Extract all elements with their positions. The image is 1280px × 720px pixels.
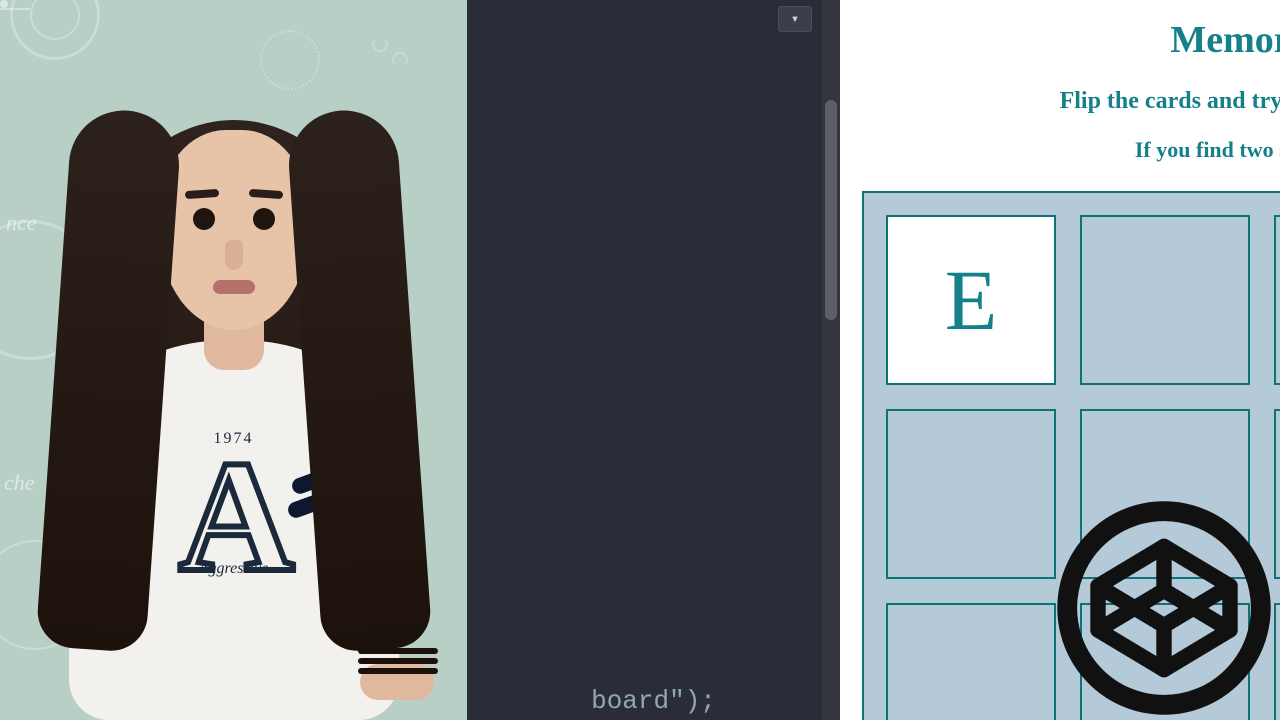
memory-card-4[interactable] [886, 409, 1056, 579]
memory-card-9[interactable] [1080, 603, 1250, 720]
memory-card-2[interactable] [1274, 215, 1280, 385]
memory-card-8[interactable] [886, 603, 1056, 720]
chevron-down-icon: ▾ [791, 11, 799, 28]
presenter-bracelet [358, 648, 438, 678]
browser-preview-pane: Memory Flip the cards and try to remembe… [840, 0, 1280, 720]
memory-card-5[interactable] [1080, 409, 1250, 579]
presenter-figure: 1974 A Aggressive [24, 40, 444, 720]
memory-card-10[interactable] [1274, 603, 1280, 720]
memory-card-0[interactable]: E [886, 215, 1056, 385]
shirt-word: Aggressive [139, 560, 329, 578]
editor-code-fragment: board"); [591, 686, 716, 716]
memory-card-6[interactable] [1274, 409, 1280, 579]
doodle-atom-nucleus-icon [0, 0, 8, 8]
presenter-shirt-graphic: 1974 A Aggressive [139, 430, 329, 578]
game-subtitle-1: Flip the cards and try to remember [840, 88, 1280, 115]
editor-collapse-button[interactable]: ▾ [778, 6, 812, 32]
game-subtitle-2: If you find two similar [840, 137, 1280, 163]
game-title: Memory [840, 18, 1280, 62]
presenter-webcam-pane: nce che ca 1974 A Aggressive [0, 0, 467, 720]
editor-scrollbar[interactable] [822, 0, 840, 720]
memory-card-1[interactable] [1080, 215, 1250, 385]
code-editor-pane: ▾ board"); [467, 0, 840, 720]
memory-card-face: E [945, 250, 998, 350]
memory-board: E [862, 191, 1280, 720]
editor-scrollbar-thumb[interactable] [825, 100, 837, 320]
